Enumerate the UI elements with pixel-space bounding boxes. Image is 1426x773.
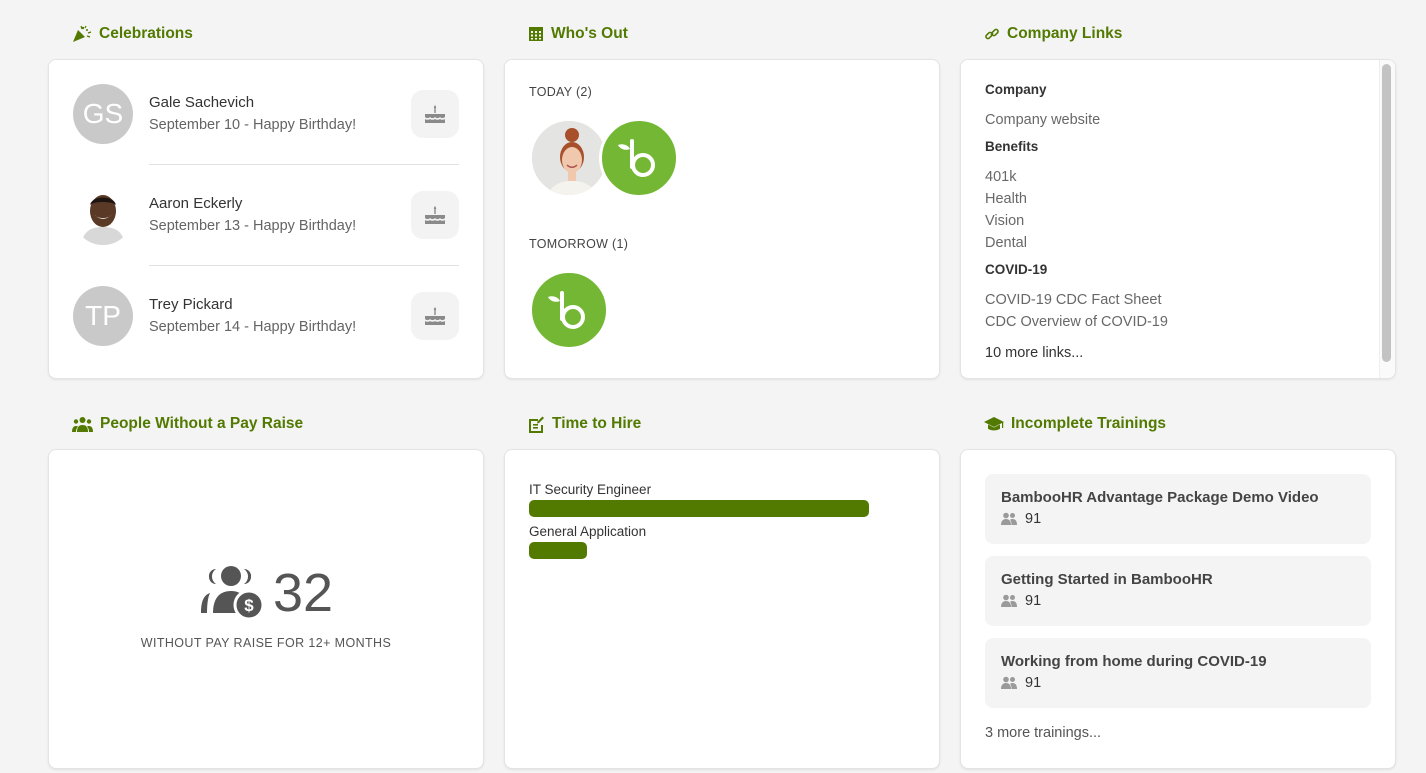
time-to-hire-title: Time to Hire	[528, 415, 641, 433]
celebrations-title-text: Celebrations	[99, 25, 193, 42]
training-item[interactable]: Working from home during COVID-19 91	[985, 638, 1371, 708]
people-icon	[1001, 594, 1017, 607]
celebration-detail: September 14 - Happy Birthday!	[149, 319, 357, 335]
link-vision[interactable]: Vision	[985, 210, 1365, 232]
pay-raise-count: 32	[272, 563, 334, 623]
bar-track	[529, 500, 915, 517]
training-count: 91	[1025, 675, 1042, 691]
whos-out-card: TODAY (2) TOMORROW (1)	[504, 59, 940, 379]
send-birthday-wish-button[interactable]	[411, 90, 459, 138]
people-icon	[1001, 676, 1017, 689]
training-item[interactable]: Getting Started in BambooHR 91	[985, 556, 1371, 626]
celebration-item: TP Trey Pickard September 14 - Happy Bir…	[73, 285, 459, 347]
celebrations-title: Celebrations	[72, 25, 193, 43]
birthday-cake-icon	[425, 206, 445, 224]
job-title-label[interactable]: IT Security Engineer	[529, 482, 915, 498]
training-count: 91	[1025, 593, 1042, 609]
time-to-hire-card: IT Security Engineer General Application	[504, 449, 940, 769]
calendar-icon	[529, 27, 543, 41]
graduation-cap-icon	[984, 417, 1004, 431]
bamboohr-logo-icon	[618, 139, 655, 177]
pay-raise-card[interactable]: $ 32 WITHOUT PAY RAISE FOR 12+ MONTHS	[48, 449, 484, 769]
divider	[149, 164, 459, 165]
training-title: BambooHR Advantage Package Demo Video	[1001, 489, 1319, 506]
pay-raise-title: People Without a Pay Raise	[72, 415, 303, 433]
avatar[interactable]: GS	[73, 84, 133, 144]
time-to-hire-bar[interactable]	[529, 500, 869, 517]
link-company-website[interactable]: Company website	[985, 109, 1365, 131]
training-count: 91	[1025, 511, 1042, 527]
bar-track	[529, 542, 915, 559]
whos-out-title: Who's Out	[528, 25, 628, 43]
tomorrow-label: TOMORROW (1)	[529, 237, 629, 251]
link-dental[interactable]: Dental	[985, 232, 1365, 254]
section-heading: Benefits	[985, 139, 1039, 154]
send-birthday-wish-button[interactable]	[411, 191, 459, 239]
scrollbar-thumb[interactable]	[1382, 64, 1391, 362]
birthday-cake-icon	[425, 307, 445, 325]
person-name[interactable]: Gale Sachevich	[149, 92, 411, 114]
bamboohr-logo-avatar[interactable]	[529, 270, 609, 350]
person-photo-icon	[81, 195, 125, 245]
birthday-cake-icon	[425, 105, 445, 123]
pay-raise-stat: $ 32	[49, 565, 483, 621]
bamboohr-logo-avatar[interactable]	[599, 118, 679, 198]
section-heading: COVID-19	[985, 262, 1048, 277]
section-heading: Company	[985, 82, 1047, 97]
avatar[interactable]: TP	[73, 286, 133, 346]
people-icon	[1001, 512, 1017, 525]
company-links-title-text: Company Links	[1007, 25, 1123, 42]
celebration-detail: September 10 - Happy Birthday!	[149, 117, 357, 133]
divider	[149, 265, 459, 266]
send-birthday-wish-button[interactable]	[411, 292, 459, 340]
more-links-link[interactable]: 10 more links...	[985, 345, 1365, 361]
whos-out-title-text: Who's Out	[551, 25, 628, 42]
trainings-title: Incomplete Trainings	[984, 415, 1166, 433]
avatar-photo[interactable]	[73, 185, 133, 245]
time-to-hire-title-text: Time to Hire	[552, 415, 642, 432]
avatar-photo[interactable]	[529, 118, 609, 198]
tomorrow-avatars	[529, 270, 609, 350]
company-links-card: Company Company website Benefits 401k He…	[960, 59, 1396, 379]
company-links-title: Company Links	[984, 25, 1122, 43]
celebration-item: Aaron Eckerly September 13 - Happy Birth…	[73, 184, 459, 246]
hire-item: IT Security Engineer	[529, 482, 915, 517]
bamboohr-logo-icon	[548, 291, 585, 329]
more-trainings-link[interactable]: 3 more trainings...	[985, 725, 1101, 741]
training-title: Getting Started in BambooHR	[1001, 571, 1213, 588]
svg-text:$: $	[244, 596, 254, 615]
person-photo-icon	[532, 121, 606, 195]
today-avatars	[529, 118, 679, 198]
scrollbar-track[interactable]	[1379, 60, 1395, 378]
link-covid-fact-sheet[interactable]: COVID-19 CDC Fact Sheet	[985, 289, 1365, 311]
training-title: Working from home during COVID-19	[1001, 653, 1267, 670]
trainings-title-text: Incomplete Trainings	[1011, 415, 1167, 432]
celebration-item: GS Gale Sachevich September 10 - Happy B…	[73, 83, 459, 145]
today-label: TODAY (2)	[529, 85, 593, 99]
link-401k[interactable]: 401k	[985, 166, 1365, 188]
pay-raise-title-text: People Without a Pay Raise	[100, 415, 304, 432]
company-links-list: Company Company website Benefits 401k He…	[985, 80, 1365, 361]
celebration-detail: September 13 - Happy Birthday!	[149, 218, 357, 234]
link-cdc-overview[interactable]: CDC Overview of COVID-19	[985, 311, 1365, 333]
people-dollar-icon: $	[200, 566, 265, 621]
edit-document-icon	[529, 416, 544, 433]
link-health[interactable]: Health	[985, 188, 1365, 210]
people-icon	[72, 417, 93, 432]
person-name[interactable]: Aaron Eckerly	[149, 193, 411, 215]
party-popper-icon	[73, 25, 92, 42]
time-to-hire-bar[interactable]	[529, 542, 587, 559]
training-item[interactable]: BambooHR Advantage Package Demo Video 91	[985, 474, 1371, 544]
pay-raise-caption: WITHOUT PAY RAISE FOR 12+ MONTHS	[140, 636, 392, 650]
link-icon	[985, 28, 999, 40]
hire-item: General Application	[529, 524, 915, 559]
trainings-card: BambooHR Advantage Package Demo Video 91…	[960, 449, 1396, 769]
job-title-label[interactable]: General Application	[529, 524, 915, 540]
person-name[interactable]: Trey Pickard	[149, 294, 411, 316]
celebrations-card: GS Gale Sachevich September 10 - Happy B…	[48, 59, 484, 379]
